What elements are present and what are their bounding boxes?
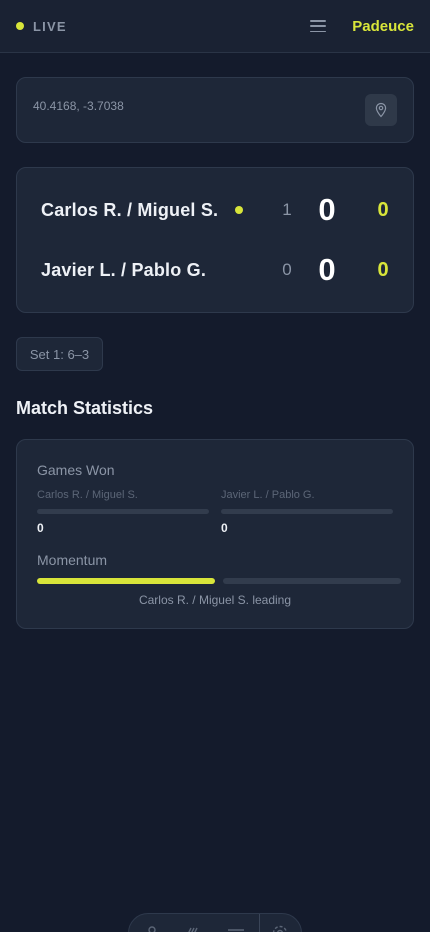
team-1-points: 0 xyxy=(377,198,389,221)
coordinates-text: 40.4168, -3.7038 xyxy=(33,99,124,113)
team-1-name: Carlos R. / Miguel S. xyxy=(41,199,219,220)
team-2-games: 0 xyxy=(318,252,336,287)
games-won-team-1-name: Carlos R. / Miguel S. xyxy=(37,489,138,501)
team-2-sets: 0 xyxy=(282,260,292,279)
serving-indicator xyxy=(235,206,243,214)
team-2-name: Javier L. / Pablo G. xyxy=(41,259,207,280)
set-score-chip[interactable]: Set 1: 6–3 xyxy=(16,337,103,371)
team-2-points: 0 xyxy=(377,258,389,281)
user-icon[interactable] xyxy=(143,924,161,932)
games-won-team-2-bar xyxy=(221,509,393,514)
hamburger-menu-icon[interactable] xyxy=(310,20,327,32)
location-card: 40.4168, -3.7038 xyxy=(16,77,414,143)
ball-icon[interactable] xyxy=(183,924,201,932)
scoreboard-card: Carlos R. / Miguel S. 1 0 0 Javier L. / … xyxy=(16,167,414,313)
momentum-bar-team-2 xyxy=(223,578,401,584)
live-label: LIVE xyxy=(33,18,67,34)
statistics-card: Games Won Carlos R. / Miguel S. 0 Javier… xyxy=(16,439,414,629)
statistics-title: Match Statistics xyxy=(16,398,154,418)
bottom-navigation xyxy=(128,913,302,932)
team-1-sets: 1 xyxy=(282,200,292,219)
games-won-team-1-bar xyxy=(37,509,209,514)
nav-divider xyxy=(259,914,260,932)
momentum-bar-team-1 xyxy=(37,578,215,584)
location-button[interactable] xyxy=(365,94,397,126)
map-pin-icon xyxy=(375,102,387,118)
games-won-team-1: Carlos R. / Miguel S. 0 xyxy=(37,489,209,535)
games-won-team-2-name: Javier L. / Pablo G. xyxy=(221,489,315,501)
settings-icon[interactable] xyxy=(271,924,289,932)
team-row-1: Carlos R. / Miguel S. 1 0 0 xyxy=(41,192,393,227)
live-indicator-dot xyxy=(16,22,24,30)
brand-logo[interactable]: Padeuce xyxy=(352,18,414,35)
team-row-2: Javier L. / Pablo G. 0 0 0 xyxy=(41,252,393,287)
momentum-caption: Carlos R. / Miguel S. leading xyxy=(138,593,292,607)
top-bar: LIVE Padeuce xyxy=(0,0,430,53)
team-1-games: 0 xyxy=(318,192,336,227)
games-won-team-1-value: 0 xyxy=(37,521,44,535)
momentum-heading: Momentum xyxy=(37,552,108,568)
games-won-heading: Games Won xyxy=(37,462,115,478)
games-won-team-2-value: 0 xyxy=(221,521,228,535)
games-won-team-2: Javier L. / Pablo G. 0 xyxy=(221,489,393,535)
list-menu-icon[interactable] xyxy=(227,924,245,932)
